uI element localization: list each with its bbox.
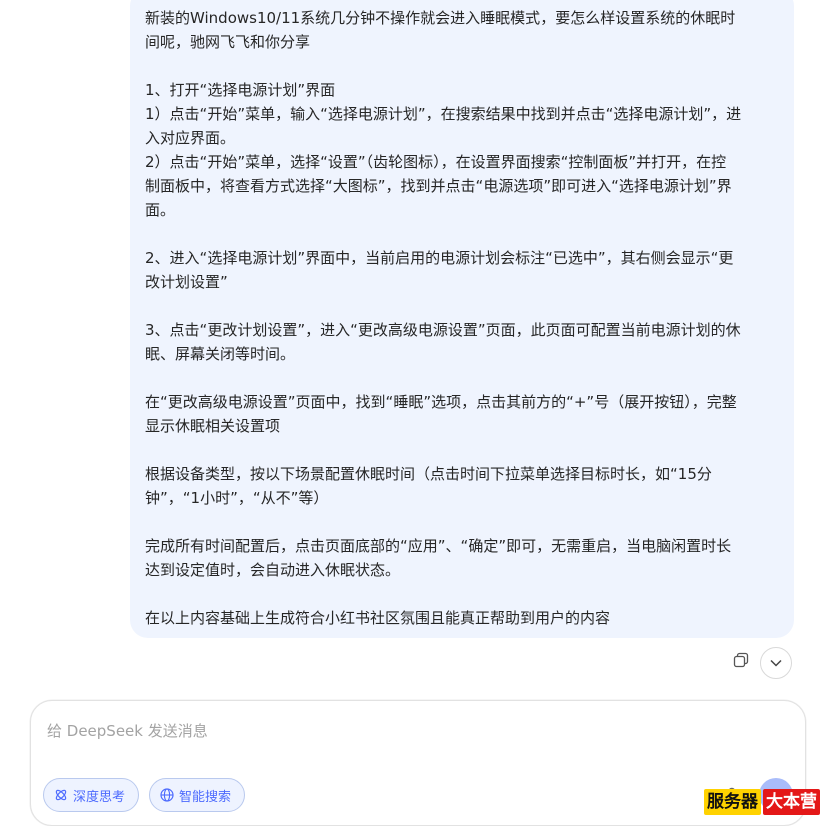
message-line: 面。 [145,201,176,219]
copy-icon[interactable] [733,652,749,668]
message-line: 2）点击“开始”菜单，选择“设置”（齿轮图标），在设置界面搜索“控制面板”并打开… [145,153,727,171]
message-line: 制面板中，将查看方式选择“大图标”，找到并点击“电源选项”即可进入“选择电源计划… [145,177,732,195]
message-line: 改计划设置” [145,273,228,291]
watermark-part1: 服务器 [704,789,761,815]
message-line: 2、进入“选择电源计划”界面中，当前启用的电源计划会标注“已选中”，其右侧会显示… [145,249,734,267]
message-line: 3、点击“更改计划设置”，进入“更改高级电源设置”页面，此页面可配置当前电源计划… [145,321,741,339]
message-line: 1）点击“开始”菜单，输入“选择电源计划”，在搜索结果中找到并点击“选择电源计划… [145,105,742,123]
watermark-part2: 大本营 [763,789,820,815]
message-line: 眠、屏幕关闭等时间。 [145,345,296,363]
deep-think-icon [55,789,67,801]
message-line: 在“更改高级电源设置”页面中，找到“睡眠”选项，点击其前方的“+”号（展开按钮）… [145,393,737,411]
watermark-logo: 服务器 大本营 [704,789,820,815]
user-message-text: 新装的Windows10/11系统几分钟不操作就会进入睡眠模式，要怎么样设置系统… [145,6,781,630]
chevron-down-icon [770,659,782,667]
expand-button[interactable] [760,647,792,679]
message-line: 新装的Windows10/11系统几分钟不操作就会进入睡眠模式，要怎么样设置系统… [145,9,736,27]
web-search-toggle[interactable]: 智能搜索 [149,778,245,812]
message-line: 显示休眠相关设置项 [145,417,281,435]
message-line: 在以上内容基础上生成符合小红书社区氛围且能真正帮助到用户的内容 [145,609,611,627]
message-line: 间呢，驰网飞飞和你分享 [145,33,311,51]
message-composer: 给 DeepSeek 发送消息 深度思考 智能搜索 [30,700,806,826]
message-line: 达到设定值时，会自动进入休眠状态。 [145,561,401,579]
message-line: 1、打开“选择电源计划”界面 [145,81,336,99]
message-input[interactable]: 给 DeepSeek 发送消息 [47,720,208,741]
message-line: 完成所有时间配置后，点击页面底部的“应用”、“确定”即可，无需重启，当电脑闲置时… [145,537,732,555]
web-search-label: 智能搜索 [179,789,232,805]
deep-think-toggle[interactable]: 深度思考 [43,778,139,812]
message-line: 入对应界面。 [145,129,236,147]
globe-icon [160,788,174,802]
deep-think-label: 深度思考 [73,789,126,805]
message-line: 根据设备类型，按以下场景配置休眠时间（点击时间下拉菜单选择目标时长，如“15分 [145,465,712,483]
message-line: 钟”，“1小时”，“从不”等） [145,489,329,507]
